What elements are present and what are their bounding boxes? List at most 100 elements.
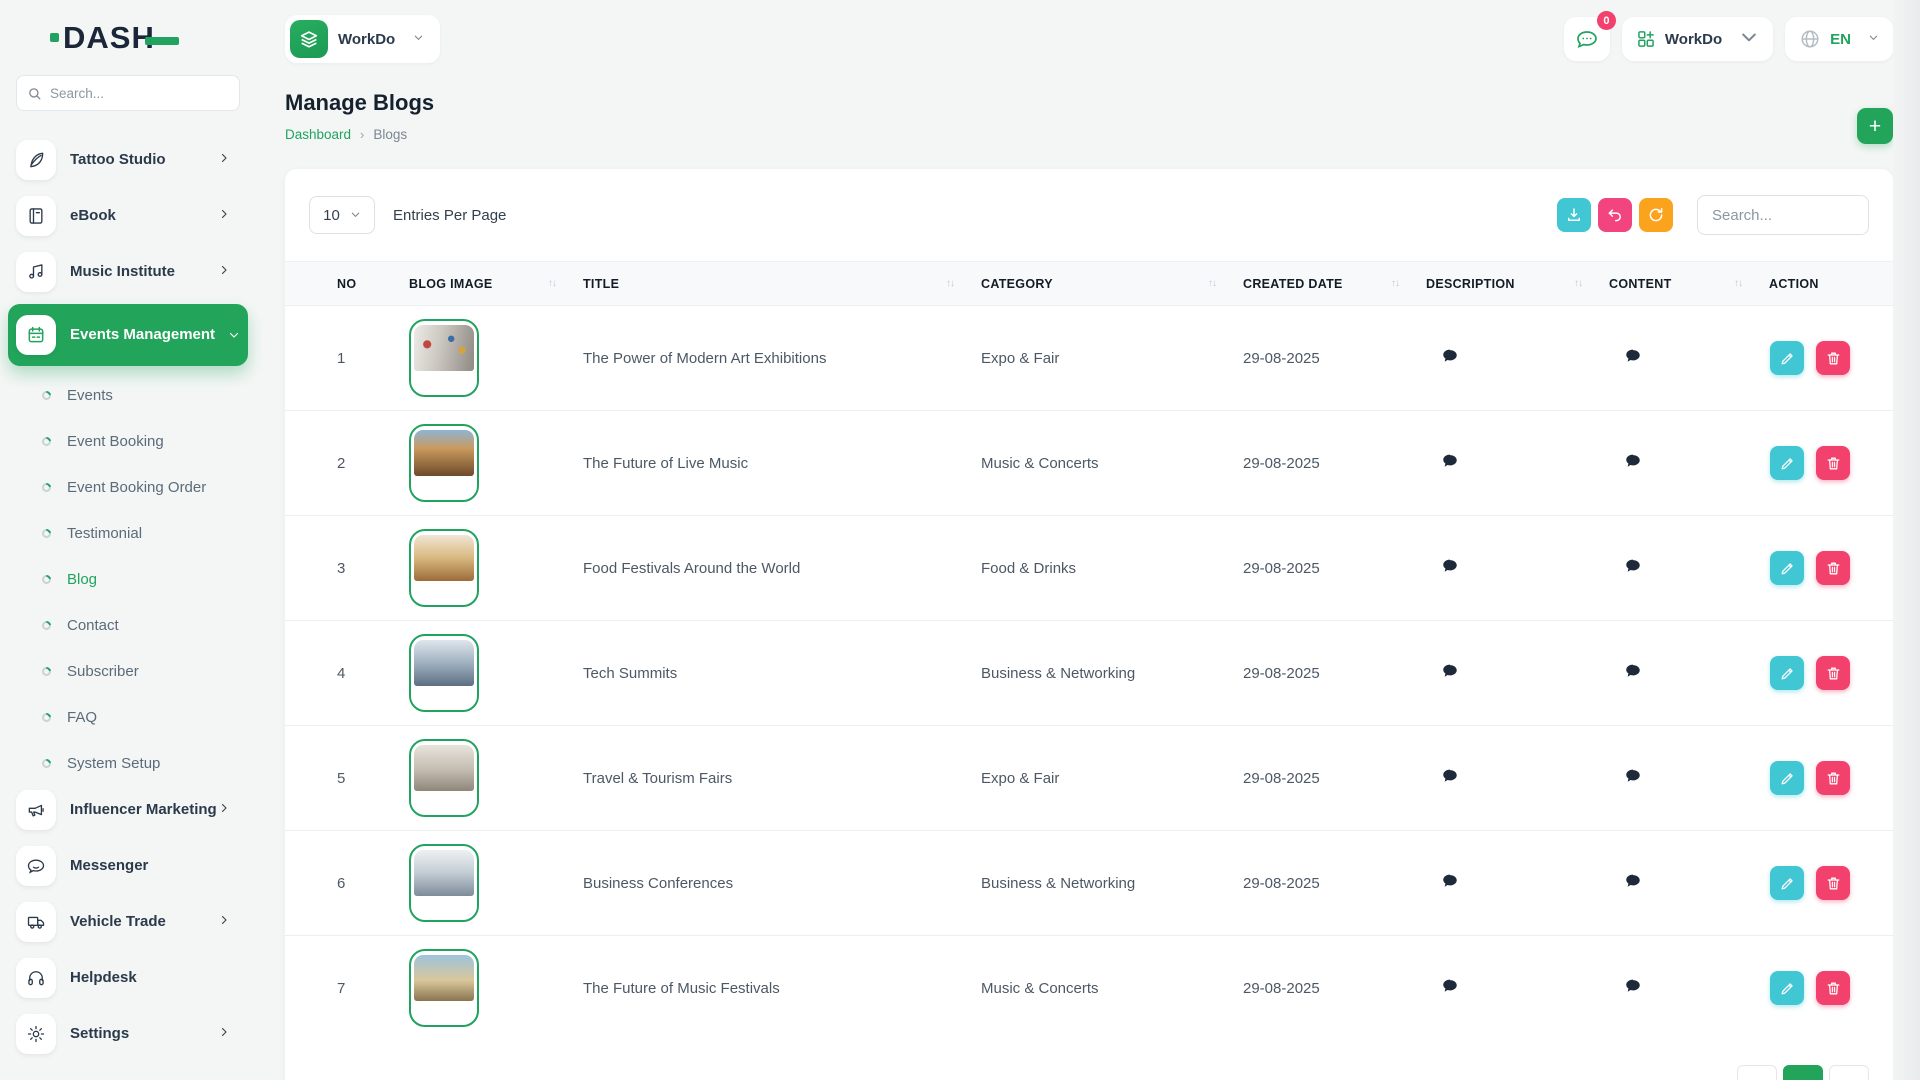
content-comment-icon[interactable] xyxy=(1624,664,1642,684)
description-comment-icon[interactable] xyxy=(1441,664,1459,684)
language-dropdown[interactable]: EN xyxy=(1785,17,1893,61)
page-scrollbar[interactable] xyxy=(1893,0,1920,1080)
entries-per-page-select[interactable]: 10 xyxy=(309,196,375,234)
sidebar-item-tattoo-studio[interactable]: Tattoo Studio xyxy=(16,136,240,184)
blog-image-thumbnail[interactable] xyxy=(409,844,479,922)
workspace-dropdown[interactable]: WorkDo xyxy=(1621,17,1774,61)
blog-image-thumbnail[interactable] xyxy=(409,739,479,817)
sidebar-subitem-testimonial[interactable]: Testimonial xyxy=(16,510,240,556)
sort-icon[interactable]: ↑↓ xyxy=(1574,278,1583,289)
chevron-right-icon xyxy=(218,151,230,169)
column-header-blog-image[interactable]: BLOG IMAGE ↑↓ xyxy=(395,261,570,306)
workspace-label: WorkDo xyxy=(1664,30,1723,48)
column-header-content[interactable]: CONTENT ↑↓ xyxy=(1596,261,1756,306)
sort-icon[interactable]: ↑↓ xyxy=(548,278,557,289)
sidebar-subitem-blog[interactable]: Blog xyxy=(16,556,240,602)
edit-button[interactable] xyxy=(1770,446,1804,480)
blog-photo-travel-fair xyxy=(414,745,474,791)
pagination-next-button[interactable] xyxy=(1829,1064,1869,1080)
back-button[interactable] xyxy=(1598,198,1632,232)
sidebar-item-events-management[interactable]: Events Management xyxy=(8,304,248,366)
sidebar-item-helpdesk[interactable]: Helpdesk xyxy=(16,954,240,1002)
blog-image-thumbnail[interactable] xyxy=(409,424,479,502)
edit-button[interactable] xyxy=(1770,656,1804,690)
app-switcher-dropdown[interactable]: WorkDo xyxy=(285,15,441,63)
content-comment-icon[interactable] xyxy=(1624,349,1642,369)
sort-icon[interactable]: ↑↓ xyxy=(946,278,955,289)
refresh-button[interactable] xyxy=(1639,198,1673,232)
blog-title: Food Festivals Around the World xyxy=(570,515,968,621)
logo-accent-dash xyxy=(144,36,179,45)
edit-button[interactable] xyxy=(1770,971,1804,1006)
delete-button[interactable] xyxy=(1816,866,1851,900)
sidebar-subitem-system-setup[interactable]: System Setup xyxy=(16,740,240,786)
blog-created-date: 29-08-2025 xyxy=(1230,410,1413,516)
edit-button[interactable] xyxy=(1770,866,1804,900)
sidebar-item-messenger[interactable]: Messenger xyxy=(16,842,240,890)
blog-image-thumbnail[interactable] xyxy=(409,319,479,397)
delete-button[interactable] xyxy=(1816,656,1851,690)
content-comment-icon[interactable] xyxy=(1624,454,1642,474)
content-comment-icon[interactable] xyxy=(1624,979,1642,999)
trash-icon xyxy=(1825,875,1842,892)
description-comment-icon[interactable] xyxy=(1441,454,1459,474)
sort-icon[interactable]: ↑↓ xyxy=(1391,278,1400,289)
row-number: 7 xyxy=(285,935,395,1041)
sidebar-search-input[interactable] xyxy=(50,85,229,101)
table-search-input[interactable] xyxy=(1697,195,1869,235)
sidebar-item-music-institute[interactable]: Music Institute xyxy=(16,248,240,296)
sidebar-subitem-subscriber[interactable]: Subscriber xyxy=(16,648,240,694)
edit-button[interactable] xyxy=(1770,761,1804,795)
sidebar-subitem-contact[interactable]: Contact xyxy=(16,602,240,648)
edit-button[interactable] xyxy=(1770,551,1804,585)
column-header-description[interactable]: DESCRIPTION ↑↓ xyxy=(1413,261,1596,306)
content-comment-icon[interactable] xyxy=(1624,874,1642,894)
sidebar-subitem-event-booking-order[interactable]: Event Booking Order xyxy=(16,464,240,510)
table-header-row: NO BLOG IMAGE ↑↓ TITLE ↑↓ CATEGORY ↑↓ CR… xyxy=(285,261,1893,306)
sidebar-item-vehicle-trade[interactable]: Vehicle Trade xyxy=(16,898,240,946)
sort-icon[interactable]: ↑↓ xyxy=(1208,278,1217,289)
sort-icon[interactable]: ↑↓ xyxy=(1734,278,1743,289)
sidebar-item-influencer-marketing[interactable]: Influencer Marketing xyxy=(16,786,240,834)
blog-image-thumbnail[interactable] xyxy=(409,949,479,1028)
column-header-created-date[interactable]: CREATED DATE ↑↓ xyxy=(1230,261,1413,306)
sidebar-subitem-events[interactable]: Events xyxy=(16,372,240,418)
bullet-icon xyxy=(40,388,53,402)
column-header-title[interactable]: TITLE ↑↓ xyxy=(570,261,968,306)
column-header-label: CONTENT xyxy=(1609,276,1672,291)
blog-image-thumbnail[interactable] xyxy=(409,634,479,712)
app-logo: DASH xyxy=(50,22,240,53)
description-comment-icon[interactable] xyxy=(1441,559,1459,579)
breadcrumb-dashboard-link[interactable]: Dashboard xyxy=(285,127,351,142)
blog-image-thumbnail[interactable] xyxy=(409,529,479,607)
sidebar-item-ebook[interactable]: eBook xyxy=(16,192,240,240)
notifications-button[interactable]: 0 xyxy=(1563,11,1616,61)
chevron-right-icon xyxy=(218,913,230,931)
sidebar-item-label: eBook xyxy=(70,207,116,225)
delete-button[interactable] xyxy=(1816,446,1851,480)
sidebar-subitem-faq[interactable]: FAQ xyxy=(16,694,240,740)
description-comment-icon[interactable] xyxy=(1441,979,1459,999)
description-comment-icon[interactable] xyxy=(1441,769,1459,789)
pagination-prev-button[interactable] xyxy=(1737,1064,1777,1080)
sidebar-subitem-event-booking[interactable]: Event Booking xyxy=(16,418,240,464)
sidebar-search[interactable] xyxy=(16,75,240,111)
description-comment-icon[interactable] xyxy=(1441,349,1459,369)
export-button[interactable] xyxy=(1557,198,1591,232)
sidebar-item-settings[interactable]: Settings xyxy=(16,1010,240,1058)
pagination-current-page-button[interactable] xyxy=(1783,1064,1823,1080)
blog-category: Business & Networking xyxy=(968,620,1230,726)
delete-button[interactable] xyxy=(1816,551,1851,585)
description-comment-icon[interactable] xyxy=(1441,874,1459,894)
chevron-down-icon xyxy=(1739,27,1759,52)
column-header-category[interactable]: CATEGORY ↑↓ xyxy=(968,261,1230,306)
content-comment-icon[interactable] xyxy=(1624,559,1642,579)
add-blog-button[interactable]: + xyxy=(1857,108,1893,144)
content-comment-icon[interactable] xyxy=(1624,769,1642,789)
edit-button[interactable] xyxy=(1770,341,1804,375)
delete-button[interactable] xyxy=(1816,341,1851,375)
row-number: 1 xyxy=(285,305,395,411)
delete-button[interactable] xyxy=(1816,761,1851,795)
delete-button[interactable] xyxy=(1816,971,1851,1006)
sidebar: DASH Tattoo Studio eBook Music Institute… xyxy=(0,0,256,1080)
